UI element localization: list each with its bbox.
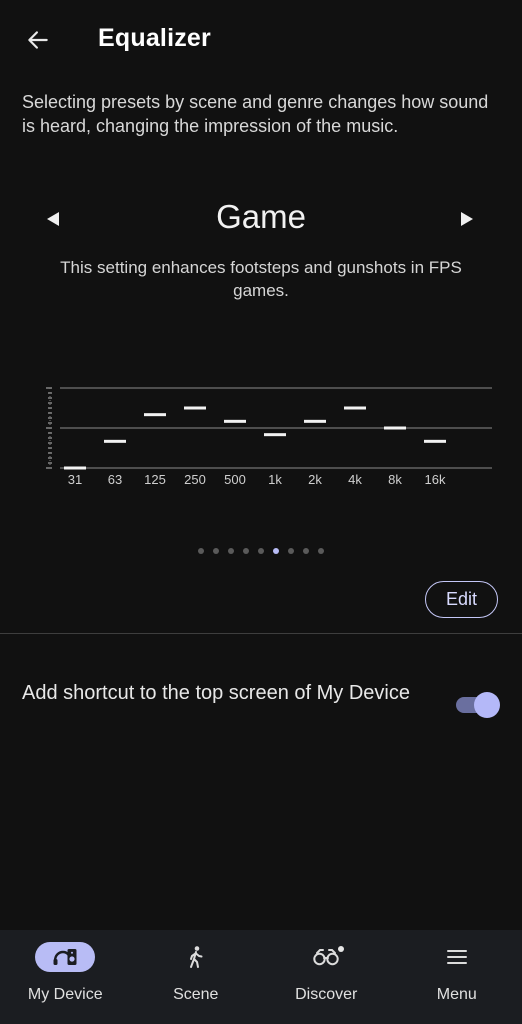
app-header: Equalizer: [0, 0, 522, 80]
eq-band-level-2k: [304, 419, 326, 423]
eq-band-label-31: 31: [68, 472, 82, 487]
eq-band-level-500: [224, 419, 246, 423]
bottom-navigation: My Device Scene Discover Menu: [0, 930, 522, 1024]
preset-pager: [0, 548, 522, 558]
eq-band-label-16k: 16k: [425, 472, 446, 487]
pager-dot[interactable]: [288, 548, 294, 554]
walking-person-icon: [189, 946, 203, 968]
pager-dot[interactable]: [243, 548, 249, 554]
shortcut-toggle[interactable]: [456, 692, 500, 718]
nav-label: Menu: [436, 986, 477, 1003]
preset-name: Game: [216, 198, 306, 235]
eq-band-level-125: [144, 413, 166, 417]
eq-band-level-8k: [384, 426, 406, 430]
nav-label: Scene: [173, 986, 219, 1003]
pager-dot[interactable]: [228, 548, 234, 554]
eq-band-level-4k: [344, 406, 366, 410]
eq-band-level-16k: [424, 439, 446, 443]
eq-band-label-250: 250: [184, 472, 206, 487]
equalizer-description: Selecting presets by scene and genre cha…: [22, 92, 489, 136]
nav-label: Discover: [295, 986, 358, 1003]
edit-button[interactable]: Edit: [425, 581, 498, 618]
nav-icon-container: [296, 942, 356, 972]
nav-item-menu[interactable]: Menu: [392, 930, 522, 1024]
page-title: Equalizer: [98, 24, 211, 52]
binoculars-icon: [313, 949, 339, 966]
shortcut-label: Add shortcut to the top screen of My Dev…: [22, 682, 410, 704]
nav-item-discover[interactable]: Discover: [261, 930, 392, 1024]
equalizer-graph: 31 63 125 250 500 1k 2k 4k 8k 16k: [46, 387, 492, 487]
nav-icon-container: [427, 942, 487, 972]
nav-item-my-device[interactable]: My Device: [0, 930, 131, 1024]
eq-band-label-125: 125: [144, 472, 166, 487]
eq-band-level-250: [184, 406, 206, 410]
pager-dot[interactable]: [213, 548, 219, 554]
pager-dot[interactable]: [318, 548, 324, 554]
arrow-left-icon: [28, 31, 48, 49]
next-preset-button[interactable]: [452, 204, 482, 234]
back-button[interactable]: [20, 22, 56, 58]
preset-description: This setting enhances footsteps and guns…: [60, 258, 462, 300]
eq-band-level-1k: [264, 433, 286, 437]
equalizer-screen: Equalizer Selecting presets by scene and…: [0, 0, 522, 1024]
eq-band-label-63: 63: [108, 472, 122, 487]
pager-dot[interactable]: [303, 548, 309, 554]
eq-band-label-4k: 4k: [348, 472, 362, 487]
pager-dot[interactable]: [258, 548, 264, 554]
menu-icon: [446, 950, 467, 964]
eq-band-label-1k: 1k: [268, 472, 282, 487]
eq-band-label-500: 500: [224, 472, 246, 487]
nav-label: My Device: [27, 986, 103, 1003]
triangle-right-icon: [461, 212, 473, 226]
nav-item-scene[interactable]: Scene: [131, 930, 262, 1024]
pager-dot[interactable]: [198, 548, 204, 554]
nav-icon-container: [166, 942, 226, 972]
eq-band-label-8k: 8k: [388, 472, 402, 487]
nav-active-indicator: [35, 942, 96, 972]
notification-badge: [338, 946, 344, 952]
pager-dot-active[interactable]: [273, 548, 279, 554]
device-icon: [53, 949, 77, 965]
toggle-thumb: [474, 692, 500, 718]
eq-band-level-63: [104, 439, 126, 443]
eq-band-level-31: [64, 466, 86, 470]
section-divider: [0, 633, 522, 634]
eq-band-label-2k: 2k: [308, 472, 322, 487]
